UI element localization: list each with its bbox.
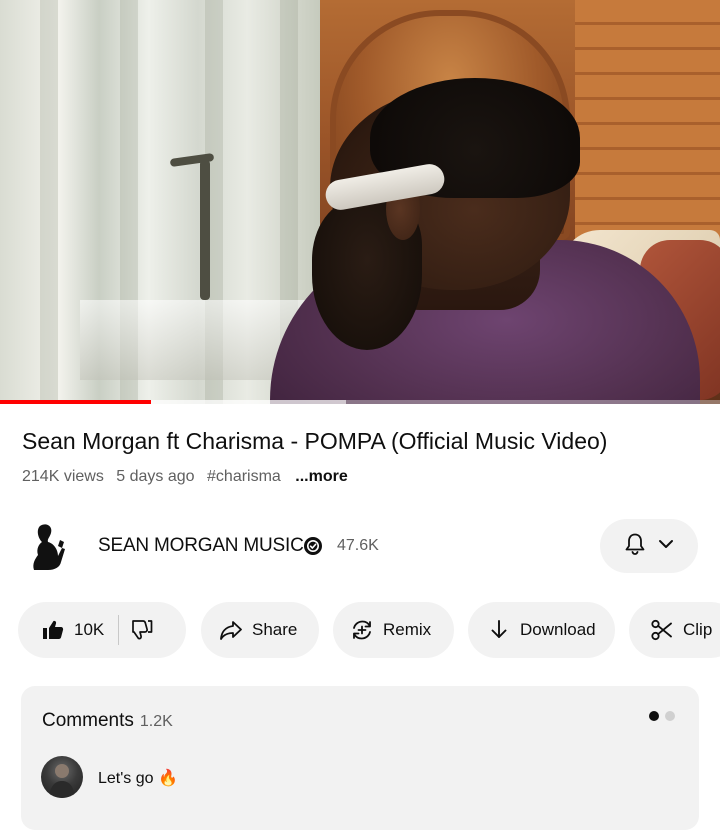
- like-divider: [118, 615, 120, 645]
- notification-bell-button[interactable]: [600, 519, 698, 573]
- top-comment-text: Let's go 🔥: [98, 770, 178, 787]
- video-frame: [0, 0, 720, 404]
- video-title[interactable]: Sean Morgan ft Charisma - POMPA (Officia…: [22, 426, 702, 456]
- remix-icon: [349, 617, 375, 643]
- comments-label: Comments: [42, 710, 134, 731]
- remix-label: Remix: [383, 620, 432, 639]
- comments-header: Comments 1.2K: [42, 710, 173, 732]
- page-dot: [649, 711, 659, 721]
- download-label: Download: [520, 620, 596, 639]
- share-icon: [218, 617, 244, 643]
- page-dot: [665, 711, 675, 721]
- chevron-down-icon: [656, 534, 676, 559]
- action-bar: 10K Share Remix Download Clip: [18, 602, 720, 658]
- share-label: Share: [252, 620, 298, 639]
- video-player[interactable]: [0, 0, 720, 404]
- like-count[interactable]: 10K: [74, 620, 104, 640]
- commenter-avatar[interactable]: [41, 756, 83, 798]
- like-dislike-group: 10K: [18, 602, 186, 658]
- video-meta[interactable]: 214K views 5 days ago #charisma ...more: [22, 468, 356, 486]
- remix-button[interactable]: Remix: [333, 602, 454, 658]
- dislike-icon[interactable]: [129, 617, 155, 643]
- channel-name[interactable]: SEAN MORGAN MUSIC: [98, 535, 304, 557]
- hashtag-link[interactable]: #charisma: [207, 468, 281, 485]
- upload-age: 5 days ago: [116, 468, 195, 485]
- comments-page-indicator: [649, 711, 675, 721]
- clip-label: Clip: [683, 620, 713, 639]
- channel-avatar[interactable]: [20, 518, 76, 574]
- more-link[interactable]: ...more: [295, 468, 347, 485]
- video-info-sheet: Sean Morgan ft Charisma - POMPA (Officia…: [0, 404, 720, 832]
- download-icon: [486, 617, 512, 643]
- subscriber-count: 47.6K: [337, 537, 379, 554]
- verified-check-icon: [303, 536, 323, 556]
- comments-count: 1.2K: [139, 713, 173, 730]
- download-button[interactable]: Download: [468, 602, 615, 658]
- share-button[interactable]: Share: [201, 602, 319, 658]
- view-count: 214K views: [22, 468, 104, 485]
- bell-icon: [622, 531, 648, 562]
- channel-row: SEAN MORGAN MUSIC 47.6K: [0, 514, 720, 578]
- like-icon[interactable]: [40, 617, 66, 643]
- comments-panel[interactable]: Comments 1.2K Let's go 🔥: [21, 686, 699, 830]
- scissors-icon: [649, 617, 675, 643]
- clip-button[interactable]: Clip: [629, 602, 720, 658]
